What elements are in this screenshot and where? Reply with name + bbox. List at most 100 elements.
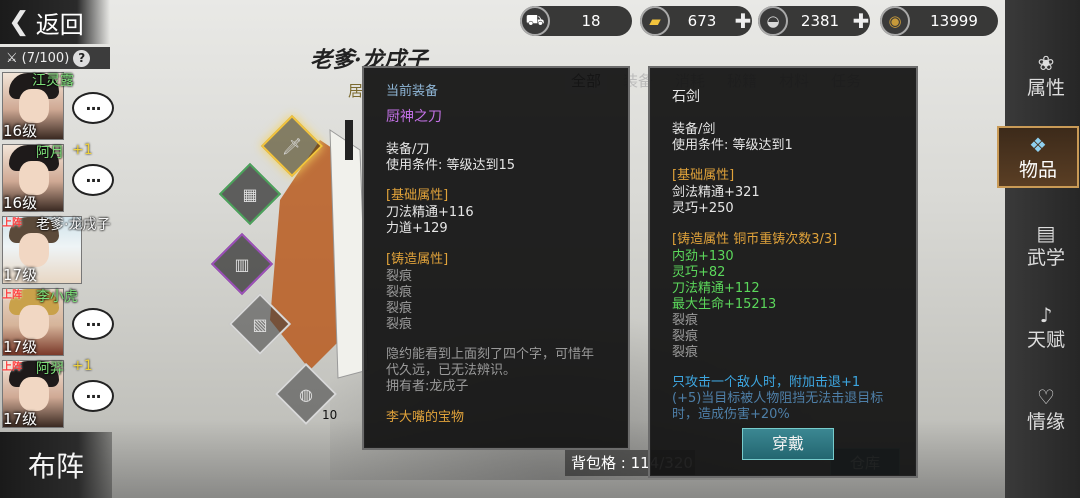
- cleaver-icon: 🗡: [281, 136, 303, 156]
- stat-line: 力道+129: [386, 221, 448, 236]
- hero-plus: +1: [72, 358, 93, 374]
- stat-line: 刀法精通+116: [386, 205, 474, 220]
- equip-button[interactable]: 穿戴: [742, 428, 834, 460]
- gift-box-icon: ❖: [1029, 132, 1047, 157]
- hero-level: 16级: [3, 122, 38, 140]
- forge-stat: 刀法精通+112: [672, 281, 760, 296]
- hero-plus: +1: [72, 142, 93, 158]
- hero-name: 江灵露: [32, 73, 74, 89]
- slot-count: 10: [322, 408, 338, 422]
- add-gold-icon[interactable]: ✚: [734, 9, 752, 33]
- crack-line: 裂痕: [386, 301, 413, 316]
- forge-stat: 内劲+130: [672, 249, 734, 264]
- chat-bubble-icon[interactable]: ···: [72, 308, 114, 340]
- item-type: 装备/剑: [672, 122, 716, 137]
- music-note-icon: ♪: [1039, 302, 1053, 327]
- special-effect: (+5)当目标被人物阻挡无法击退目标: [672, 391, 884, 406]
- special-effect: 时，造成伤害+20%: [672, 407, 790, 422]
- item-requirement: 使用条件: 等级达到15: [386, 158, 516, 173]
- roster-hero[interactable]: 上阵 老爹·龙戌子 17级: [0, 214, 118, 286]
- roster-hero[interactable]: 上阵 李小虎 ··· 17级: [0, 286, 118, 358]
- selected-item-panel: 石剑 装备/剑 使用条件: 等级达到1 [基础属性] 剑法精通+321 灵巧+2…: [648, 66, 918, 478]
- description-line: 代久远，已无法辨识。: [386, 363, 517, 378]
- roster-list: 江灵露 ··· 16级 阿月 +1 ··· 16级 上阵 老爹·龙戌子 17级 …: [0, 70, 118, 430]
- roster-hero[interactable]: 江灵露 ··· 16级: [0, 70, 118, 142]
- base-header: [基础属性]: [672, 168, 735, 183]
- chat-bubble-icon[interactable]: ···: [72, 164, 114, 196]
- on-team-badge: 上阵: [2, 362, 22, 373]
- back-label: 返回: [35, 10, 84, 39]
- tab-affection[interactable]: ♡ 情缘: [1013, 378, 1079, 440]
- crack-line: 裂痕: [672, 313, 699, 328]
- scroll-icon: ▤: [1036, 220, 1056, 245]
- right-tab-bar: ❀ 属性 ❖ 物品 ▤ 武学 ♪ 天赋 ♡ 情缘: [997, 0, 1080, 498]
- hero-name: 阿月: [36, 145, 64, 161]
- on-team-badge: 上阵: [2, 218, 22, 229]
- team-count-bar: ⚔ (7/100) ?: [0, 47, 110, 69]
- coin-icon: ◉: [880, 6, 910, 36]
- flower-icon: ❀: [1037, 50, 1055, 75]
- cart-icon: ⛟: [520, 6, 550, 36]
- crack-line: 裂痕: [386, 317, 413, 332]
- stat-line: 灵巧+250: [672, 201, 734, 216]
- special-effect: 只攻击一个敌人时，附加击退+1: [672, 375, 861, 390]
- roster-hero[interactable]: 阿月 +1 ··· 16级: [0, 142, 118, 214]
- resource-value: 18: [581, 12, 601, 30]
- ring-icon: ◍: [299, 384, 313, 404]
- forge-stat: 最大生命+15213: [672, 297, 777, 312]
- gold-bar-icon: ▰: [640, 6, 670, 36]
- book-icon: ▧: [252, 314, 268, 334]
- tab-martial[interactable]: ▤ 武学: [1013, 214, 1079, 276]
- resource-silver: ◒ 2381 ✚: [758, 6, 870, 36]
- crack-line: 裂痕: [672, 329, 699, 344]
- hero-name: 老爹·龙戌子: [36, 217, 111, 233]
- help-icon[interactable]: ?: [73, 49, 91, 67]
- resource-value: 673: [687, 12, 717, 30]
- silver-ingot-icon: ◒: [758, 6, 788, 36]
- base-header: [基础属性]: [386, 188, 449, 203]
- resource-value: 13999: [930, 12, 978, 30]
- item-name: 石剑: [672, 89, 700, 105]
- crack-line: 裂痕: [386, 269, 413, 284]
- hero-name: 李小虎: [36, 289, 78, 305]
- crack-line: 裂痕: [672, 345, 699, 360]
- description-line: 隐约能看到上面刻了四个字，可惜年: [386, 347, 595, 362]
- tab-talent[interactable]: ♪ 天赋: [1013, 296, 1079, 358]
- armor-icon: ▦: [242, 184, 258, 204]
- hero-name: 阿羿: [36, 361, 64, 377]
- group-icon: ⚔: [6, 50, 18, 66]
- forge-header: [铸造属性 铜币重铸次数3/3]: [672, 232, 838, 247]
- back-button[interactable]: ❮ 返回: [0, 0, 110, 44]
- hero-level: 17级: [3, 338, 38, 356]
- item-type: 装备/刀: [386, 142, 430, 157]
- roster-hero[interactable]: 上阵 阿羿 +1 ··· 17级: [0, 358, 118, 430]
- heart-icon: ♡: [1037, 384, 1055, 409]
- hero-level: 17级: [3, 410, 38, 428]
- formation-button[interactable]: 布阵: [0, 432, 112, 498]
- stat-line: 剑法精通+321: [672, 185, 760, 200]
- chevron-left-icon: ❮: [8, 7, 30, 37]
- resource-coin: ◉ 13999: [880, 6, 998, 36]
- character-subtitle: 居: [348, 82, 364, 100]
- on-team-badge: 上阵: [2, 290, 22, 301]
- hero-level: 16级: [3, 194, 38, 212]
- panel-header: 当前装备: [386, 84, 439, 99]
- resource-value: 2381: [800, 12, 840, 30]
- current-equip-panel: 当前装备 厨神之刀 装备/刀 使用条件: 等级达到15 [基础属性] 刀法精通+…: [362, 66, 630, 450]
- crack-line: 裂痕: [386, 285, 413, 300]
- owner-line: 拥有者:龙戌子: [386, 379, 469, 394]
- chest-icon: ▥: [234, 254, 250, 274]
- tab-items[interactable]: ❖ 物品: [997, 126, 1079, 188]
- set-name: 李大嘴的宝物: [386, 410, 465, 425]
- add-silver-icon[interactable]: ✚: [852, 9, 870, 33]
- item-name: 厨神之刀: [386, 109, 442, 125]
- resource-gold: ▰ 673 ✚: [640, 6, 752, 36]
- resource-cart: ⛟ 18: [520, 6, 632, 36]
- chat-bubble-icon[interactable]: ···: [72, 380, 114, 412]
- forge-stat: 灵巧+82: [672, 265, 726, 280]
- tab-attributes[interactable]: ❀ 属性: [1013, 44, 1079, 106]
- team-count: (7/100): [21, 50, 70, 66]
- chat-bubble-icon[interactable]: ···: [72, 92, 114, 124]
- hero-level: 17级: [3, 266, 38, 284]
- item-requirement: 使用条件: 等级达到1: [672, 138, 793, 153]
